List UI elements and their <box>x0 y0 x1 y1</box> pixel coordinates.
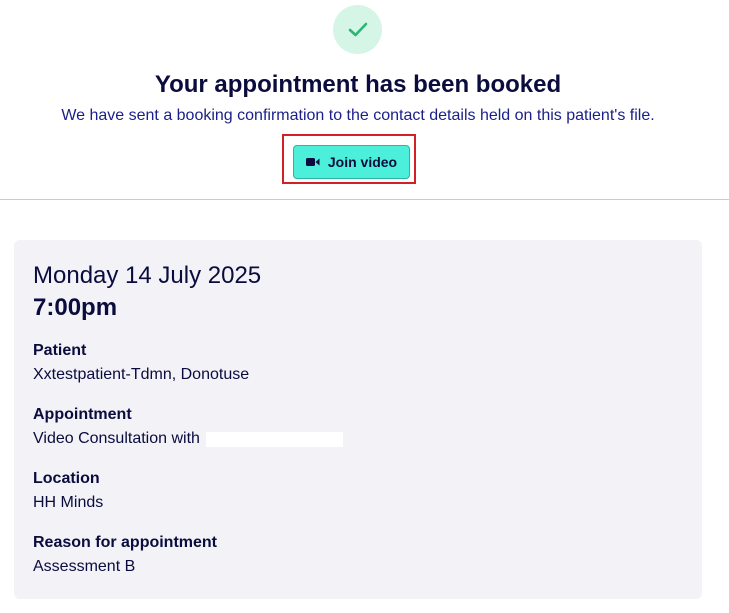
appointment-details-card: Monday 14 July 2025 7:00pm Patient Xxtes… <box>14 240 702 599</box>
patient-detail: Patient Xxtestpatient-Tdmn, Donotuse <box>33 341 249 385</box>
patient-name: Xxtestpatient-Tdmn, Donotuse <box>33 366 250 383</box>
appointment-time: 7:00pm <box>33 294 118 321</box>
location-name: HH Minds <box>33 494 104 511</box>
appointment-type-value: Video Consultation with <box>33 429 343 449</box>
confirmation-message: We have sent a booking confirmation to t… <box>61 107 655 124</box>
join-video-button[interactable]: Join video <box>293 145 410 179</box>
video-camera-icon <box>305 158 320 166</box>
section-divider <box>0 199 729 200</box>
reason-label: Reason for appointment <box>33 534 218 551</box>
location-label: Location <box>33 470 100 487</box>
redacted-clinician-name <box>205 431 343 447</box>
location-value: HH Minds <box>33 493 103 513</box>
join-video-label: Join video <box>327 154 398 170</box>
success-check-icon <box>333 5 382 54</box>
appointment-type-label: Appointment <box>33 406 132 423</box>
confirmation-title: Your appointment has been booked <box>154 71 562 98</box>
reason-value: Assessment B <box>33 557 217 577</box>
booking-confirmation-page: Your appointment has been booked We have… <box>0 0 729 613</box>
reason-text: Assessment B <box>33 558 136 575</box>
appointment-date: Monday 14 July 2025 <box>33 262 262 289</box>
check-icon <box>348 22 367 36</box>
patient-value: Xxtestpatient-Tdmn, Donotuse <box>33 365 249 385</box>
patient-label: Patient <box>33 342 87 359</box>
appointment-type-text: Video Consultation with <box>33 430 200 447</box>
appointment-type-detail: Appointment Video Consultation with <box>33 405 343 449</box>
reason-detail: Reason for appointment Assessment B <box>33 533 217 577</box>
location-detail: Location HH Minds <box>33 469 103 513</box>
